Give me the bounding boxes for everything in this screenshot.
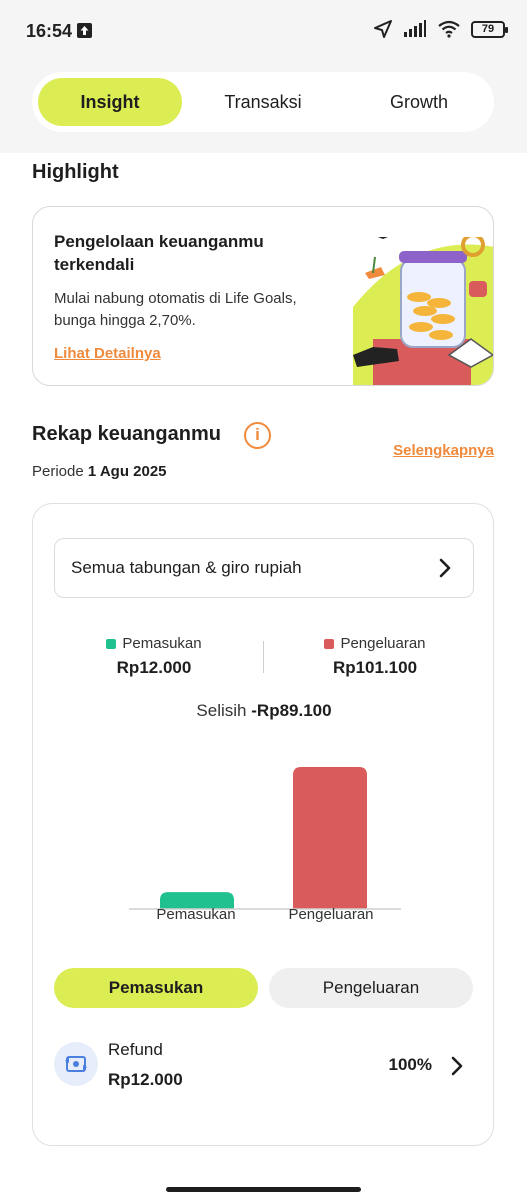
signal-icon bbox=[404, 20, 426, 37]
chart-label-expense: Pengeluaran bbox=[288, 906, 374, 923]
battery-indicator: 79 bbox=[471, 20, 508, 38]
list-item-amount: Rp12.000 bbox=[108, 1070, 183, 1089]
periode-label: Periode bbox=[32, 463, 84, 480]
list-item-percent: 100% bbox=[388, 1055, 432, 1074]
detail-link[interactable]: Lihat Detailnya bbox=[54, 345, 161, 362]
periode-value: 1 Agu 2025 bbox=[87, 463, 167, 480]
rekap-title: Rekap keuanganmu bbox=[32, 423, 221, 445]
selisih-text: Selisih -Rp89.100 bbox=[33, 701, 495, 721]
expense-summary: Pengeluaran Rp101.100 bbox=[275, 635, 475, 678]
highlight-title: Highlight bbox=[32, 161, 119, 183]
selisih-label: Selisih bbox=[196, 701, 247, 720]
income-legend-dot bbox=[106, 638, 117, 649]
chevron-right-icon bbox=[451, 1056, 463, 1076]
tab-growth[interactable]: Growth bbox=[364, 78, 474, 126]
home-indicator[interactable] bbox=[166, 1187, 361, 1192]
wifi-icon bbox=[438, 20, 460, 38]
income-expense-bar-chart bbox=[129, 767, 401, 910]
rekap-card: Semua tabungan & giro rupiah Pemasukan R… bbox=[32, 503, 494, 1146]
savings-jar-illustration bbox=[353, 237, 493, 385]
location-icon bbox=[374, 20, 392, 38]
segment-expense-button[interactable]: Pengeluaran bbox=[269, 968, 473, 1008]
refund-icon bbox=[54, 1042, 98, 1086]
list-item[interactable]: Refund Rp12.000 100% bbox=[54, 1039, 474, 1099]
income-legend-label: Pemasukan bbox=[122, 635, 202, 652]
expense-legend-dot bbox=[324, 638, 335, 649]
tab-transaksi[interactable]: Transaksi bbox=[208, 78, 318, 126]
summary-divider bbox=[263, 641, 264, 673]
chevron-right-icon bbox=[439, 558, 451, 578]
list-item-label: Refund bbox=[108, 1040, 163, 1059]
upload-notification-icon bbox=[77, 23, 92, 38]
highlight-card-title: Pengelolaan keuanganmu terkendali bbox=[54, 232, 264, 274]
selisih-value: -Rp89.100 bbox=[251, 701, 332, 720]
see-more-link[interactable]: Selengkapnya bbox=[393, 442, 494, 459]
highlight-card[interactable]: Pengelolaan keuanganmu terkendali Mulai … bbox=[32, 206, 494, 386]
account-selector[interactable]: Semua tabungan & giro rupiah bbox=[54, 538, 474, 598]
status-bar: 16:54 79 bbox=[0, 0, 527, 64]
expense-legend-label: Pengeluaran bbox=[340, 635, 426, 652]
account-selector-label: Semua tabungan & giro rupiah bbox=[71, 558, 302, 577]
chart-label-income: Pemasukan bbox=[156, 906, 236, 923]
highlight-card-description: Mulai nabung otomatis di Life Goals, bun… bbox=[54, 290, 297, 329]
top-tab-bar: Insight Transaksi Growth bbox=[32, 72, 494, 132]
info-icon[interactable]: i bbox=[244, 422, 271, 449]
status-time: 16:54 bbox=[26, 21, 73, 41]
bar-expense bbox=[293, 767, 367, 909]
segment-income-button[interactable]: Pemasukan bbox=[54, 968, 258, 1008]
insight-content: Highlight Pengelolaan keuanganmu terkend… bbox=[0, 153, 527, 1200]
income-summary: Pemasukan Rp12.000 bbox=[54, 635, 254, 678]
periode-text: Periode 1 Agu 2025 bbox=[32, 463, 167, 480]
expense-amount: Rp101.100 bbox=[332, 658, 418, 677]
tab-insight[interactable]: Insight bbox=[38, 78, 182, 126]
income-amount: Rp12.000 bbox=[116, 658, 192, 677]
